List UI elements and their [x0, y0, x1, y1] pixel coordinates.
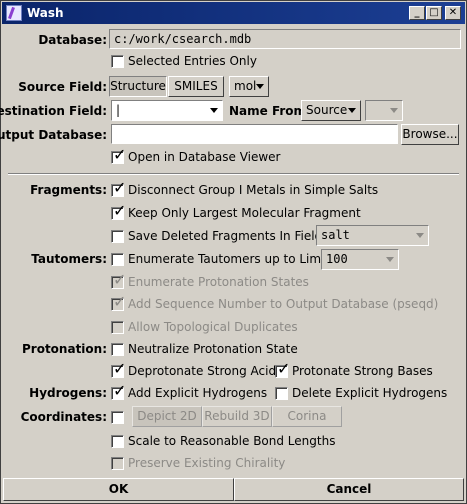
output-database-label: Output Database:: [0, 128, 107, 142]
topological-duplicates-checkbox: [111, 321, 124, 334]
minimize-button[interactable]: _: [409, 6, 425, 20]
checkmark-icon: ✓: [113, 292, 127, 311]
checkmark-icon: ✓: [277, 359, 291, 378]
open-viewer-label: Open in Database Viewer: [128, 150, 281, 164]
name-from-label: Name From:: [229, 104, 311, 118]
deprotonate-acids-label: Deprotonate Strong Acids: [128, 364, 283, 378]
protonate-bases-label: Protonate Strong Bases: [292, 364, 433, 378]
name-from-value: Source: [306, 103, 348, 117]
delete-hydrogens-checkbox[interactable]: [275, 387, 288, 400]
wash-dialog: Wash _ □ ✕ Database: c:/work/csearch.mdb…: [0, 0, 467, 504]
keep-largest-checkbox[interactable]: ✓: [111, 203, 126, 220]
chevron-down-icon: [416, 233, 424, 238]
cancel-button[interactable]: Cancel: [234, 478, 464, 501]
tautomers-label: Tautomers:: [31, 252, 107, 266]
sequence-number-label: Add Sequence Number to Output Database (…: [128, 297, 439, 311]
title-bar[interactable]: Wash _ □ ✕: [2, 2, 465, 24]
neutralize-checkbox[interactable]: [111, 343, 124, 356]
scale-bonds-label: Scale to Reasonable Bond Lengths: [128, 434, 336, 448]
checkmark-icon: ✓: [113, 359, 127, 378]
chevron-down-icon: [210, 108, 218, 113]
maximize-button[interactable]: □: [426, 6, 442, 20]
destination-field-label: Destination Field:: [0, 104, 107, 118]
minimize-icon: _: [414, 7, 420, 18]
save-field-value: salt: [321, 228, 350, 242]
disconnect-metals-label: Disconnect Group I Metals in Simple Salt…: [128, 183, 379, 197]
keep-largest-label: Keep Only Largest Molecular Fragment: [128, 206, 361, 220]
save-field-dropdown: salt: [316, 225, 429, 246]
enumerate-tautomers-label: Enumerate Tautomers up to Limit:: [128, 252, 334, 266]
database-label: Database:: [38, 33, 107, 47]
coordinates-checkbox[interactable]: [111, 411, 124, 424]
protonation-label: Protonation:: [21, 342, 107, 356]
corina-button: Corina: [272, 406, 342, 427]
topological-duplicates-label: Allow Topological Duplicates: [128, 320, 298, 334]
save-deleted-checkbox[interactable]: [111, 230, 124, 243]
deprotonate-acids-checkbox[interactable]: ✓: [111, 361, 126, 378]
scale-bonds-checkbox[interactable]: [111, 435, 124, 448]
sequence-number-checkbox: ✓: [111, 294, 126, 311]
chevron-down-icon: [390, 108, 398, 113]
checkmark-icon: ✓: [113, 270, 127, 289]
hydrogens-label: Hydrogens:: [29, 386, 107, 400]
rebuild-3d-button: Rebuild 3D: [202, 406, 272, 427]
protonation-states-label: Enumerate Protonation States: [128, 275, 309, 289]
chevron-down-icon: [256, 84, 264, 89]
preserve-chirality-checkbox: [111, 457, 124, 470]
close-icon: ✕: [448, 7, 458, 18]
format-value: mol: [234, 79, 257, 93]
neutralize-label: Neutralize Protonation State: [128, 342, 298, 356]
delete-hydrogens-label: Delete Explicit Hydrogens: [292, 386, 448, 400]
protonate-bases-checkbox[interactable]: ✓: [275, 361, 290, 378]
checkmark-icon: ✓: [113, 145, 127, 164]
enumerate-tautomers-checkbox[interactable]: [111, 253, 124, 266]
source-field-label: Source Field:: [18, 80, 107, 94]
format-dropdown[interactable]: mol: [229, 76, 269, 97]
disconnect-metals-checkbox[interactable]: ✓: [111, 180, 126, 197]
destination-field-dropdown[interactable]: |: [111, 100, 223, 121]
maximize-icon: □: [429, 7, 439, 18]
tautomer-limit-dropdown: 100: [321, 249, 399, 270]
checkmark-icon: ✓: [113, 178, 127, 197]
section-divider: [8, 173, 459, 175]
selected-entries-checkbox[interactable]: [111, 55, 124, 68]
add-hydrogens-checkbox[interactable]: ✓: [111, 383, 126, 400]
add-hydrogens-label: Add Explicit Hydrogens: [128, 386, 268, 400]
protonation-states-checkbox: ✓: [111, 272, 126, 289]
database-field: c:/work/csearch.mdb: [109, 29, 461, 49]
save-deleted-label: Save Deleted Fragments In Field:: [128, 229, 327, 243]
close-button[interactable]: ✕: [445, 6, 461, 20]
open-viewer-checkbox[interactable]: ✓: [111, 147, 126, 164]
checkmark-icon: ✓: [113, 381, 127, 400]
ok-button[interactable]: OK: [3, 478, 234, 501]
depict-2d-button: Depict 2D: [132, 406, 202, 427]
browse-button[interactable]: Browse...: [401, 124, 459, 145]
smiles-button[interactable]: SMILES: [168, 76, 224, 97]
window-title: Wash: [27, 6, 64, 20]
checkmark-icon: ✓: [113, 201, 127, 220]
tautomer-limit-value: 100: [326, 252, 348, 266]
coordinates-label: Coordinates:: [20, 410, 107, 424]
name-from-second-dropdown: [365, 100, 403, 121]
name-from-dropdown[interactable]: Source: [301, 100, 361, 121]
preserve-chirality-label: Preserve Existing Chirality: [128, 456, 286, 470]
destination-field-value: |: [116, 103, 121, 117]
output-database-input[interactable]: [111, 124, 398, 144]
app-icon: [6, 5, 22, 21]
fragments-label: Fragments:: [30, 183, 107, 197]
selected-entries-label: Selected Entries Only: [128, 54, 257, 68]
chevron-down-icon: [348, 108, 356, 113]
structure-button[interactable]: Structure: [109, 76, 167, 97]
chevron-down-icon: [386, 257, 394, 262]
